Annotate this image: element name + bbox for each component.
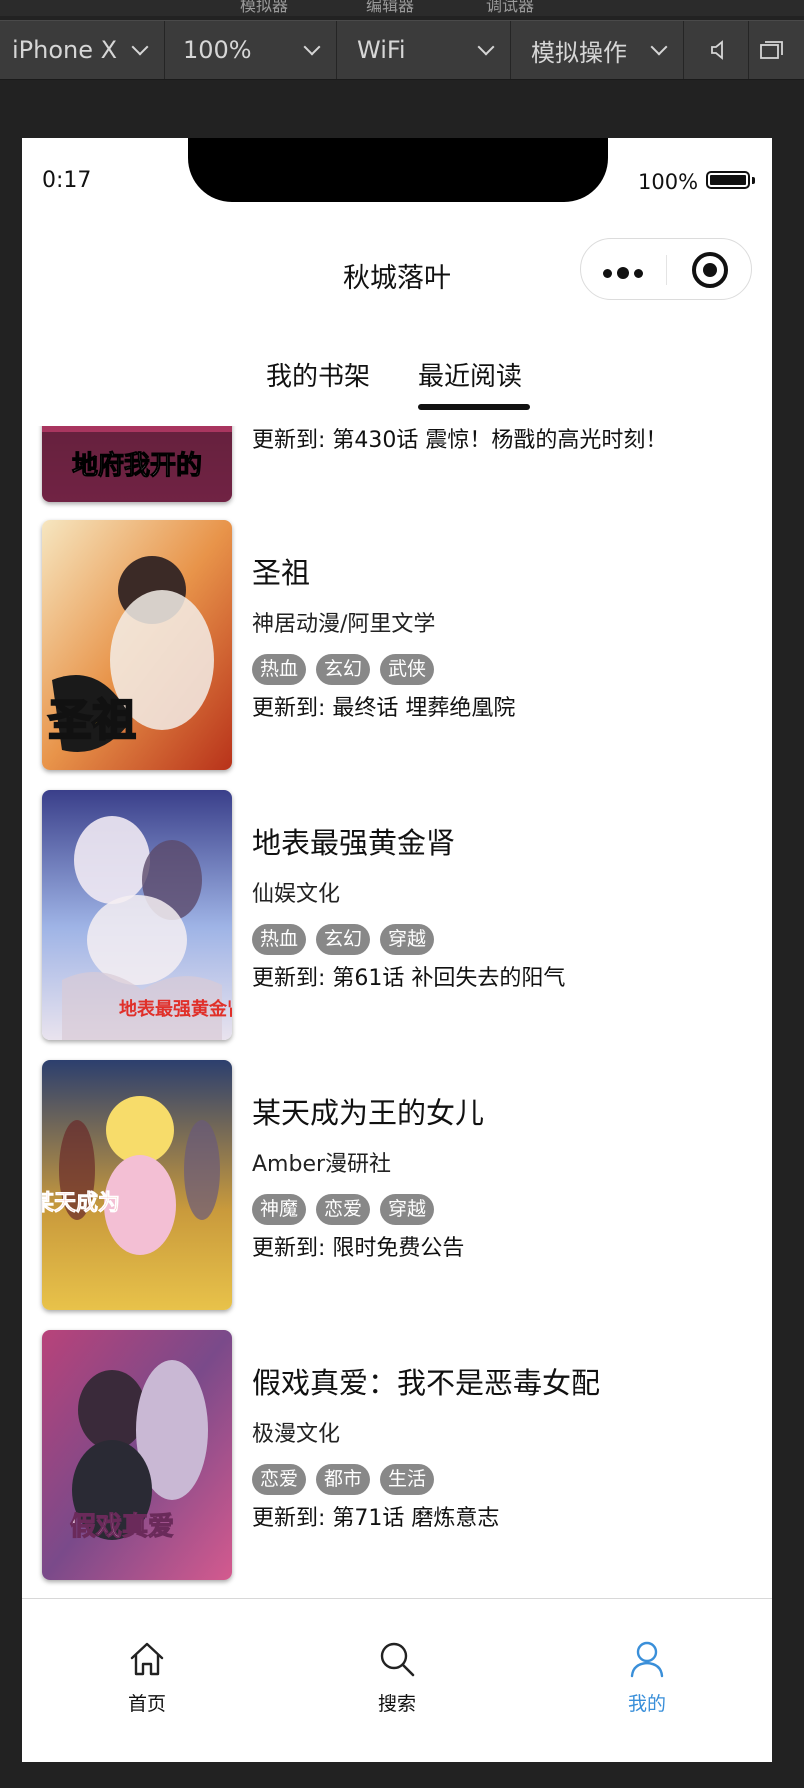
chevron-down-icon (303, 38, 321, 56)
comic-title[interactable]: 某天成为王的女儿 (252, 1090, 484, 1132)
operation-select[interactable]: 模拟操作 (511, 21, 684, 79)
capsule-divider (666, 255, 667, 285)
list-item[interactable]: 地府我开的 更新到: 第430话 震惊！杨戬的高光时刻！ (22, 426, 772, 504)
simulator-toolbar: iPhone X 100% WiFi 模拟操作 (0, 20, 804, 80)
tag-badge: 都市 (316, 1464, 371, 1495)
battery-icon (706, 171, 750, 189)
comic-update: 更新到: 限时免费公告 (252, 1236, 465, 1261)
bottom-tab-bar: 首页 搜索 我的 (22, 1598, 772, 1762)
tab-bar-top: 我的书架 最近阅读 (22, 356, 772, 412)
network-select-value: WiFi (357, 36, 406, 64)
comic-tags: 神魔 恋爱 穿越 (252, 1194, 435, 1225)
home-icon (130, 1642, 164, 1676)
tag-badge: 热血 (252, 924, 307, 955)
window-icon[interactable] (748, 21, 795, 79)
tabbar-label: 我的 (627, 1693, 666, 1715)
list-item[interactable]: 某天成为 某天成为王的女儿 Amber漫研社 神魔 恋爱 穿越 更新到: 限时免… (22, 1060, 772, 1312)
simulator-top-label[interactable]: 模拟器 (240, 0, 288, 16)
tag-badge: 武侠 (380, 654, 435, 685)
comic-update: 更新到: 第61话 补回失去的阳气 (252, 966, 566, 991)
comic-update: 更新到: 第430话 震惊！杨戬的高光时刻！ (252, 428, 668, 453)
cover-text: 假戏真爱 (70, 1512, 174, 1542)
comic-cover[interactable]: 圣祖 (42, 520, 232, 770)
status-time: 0:17 (42, 168, 92, 193)
tag-badge: 恋爱 (316, 1194, 371, 1225)
device-select-value: iPhone X (12, 36, 118, 64)
tag-badge: 恋爱 (252, 1464, 307, 1495)
comic-author: 极漫文化 (252, 1422, 341, 1447)
tabbar-item-home[interactable]: 首页 (87, 1639, 207, 1716)
cover-text: 地府我开的 (72, 450, 202, 481)
tag-badge: 穿越 (380, 1194, 435, 1225)
zoom-select[interactable]: 100% (165, 21, 337, 79)
chevron-down-icon (131, 38, 149, 56)
list-item[interactable]: 地表最强黄金肾 地表最强黄金肾 仙娱文化 热血 玄幻 穿越 更新到: 第61话 … (22, 790, 772, 1042)
phone-notch (188, 138, 608, 202)
tab-bookshelf[interactable]: 我的书架 (266, 356, 370, 393)
tag-badge: 玄幻 (316, 924, 371, 955)
comic-author: 神居动漫/阿里文学 (252, 612, 436, 637)
search-icon (380, 1642, 415, 1677)
user-icon (630, 1641, 664, 1678)
editor-top-label[interactable]: 编辑器 (366, 0, 414, 16)
comic-title[interactable]: 假戏真爱：我不是恶毒女配 (252, 1360, 600, 1402)
phone-screen: 0:17 100% 秋城落叶 我的书架 最近阅读 地府我开的 更新到: 第430… (22, 138, 772, 1762)
comic-author: 仙娱文化 (252, 882, 341, 907)
speaker-icon[interactable] (698, 21, 738, 79)
comic-list[interactable]: 地府我开的 更新到: 第430话 震惊！杨戬的高光时刻！ 圣祖 圣祖 神居动漫/… (22, 426, 772, 1596)
comic-tags: 热血 玄幻 武侠 (252, 654, 435, 685)
device-select[interactable]: iPhone X (0, 21, 165, 79)
comic-author: Amber漫研社 (252, 1152, 392, 1177)
cover-text: 某天成为 (42, 1190, 120, 1216)
chevron-down-icon (477, 38, 495, 56)
tag-badge: 生活 (380, 1464, 435, 1495)
comic-tags: 恋爱 都市 生活 (252, 1464, 435, 1495)
more-dots-icon[interactable] (603, 267, 643, 279)
tag-badge: 神魔 (252, 1194, 307, 1225)
cover-text: 圣祖 (48, 695, 136, 746)
active-tab-indicator (418, 404, 530, 410)
comic-title[interactable]: 地表最强黄金肾 (252, 820, 455, 862)
tag-badge: 穿越 (380, 924, 435, 955)
tabbar-label: 搜索 (377, 1693, 416, 1715)
comic-title[interactable]: 圣祖 (252, 550, 310, 592)
zoom-select-value: 100% (183, 36, 252, 64)
comic-cover[interactable]: 地表最强黄金肾 (42, 790, 232, 1040)
comic-update: 更新到: 最终话 埋葬绝凰院 (252, 696, 516, 721)
comic-update: 更新到: 第71话 磨炼意志 (252, 1506, 500, 1531)
tag-badge: 玄幻 (316, 654, 371, 685)
tabbar-item-search[interactable]: 搜索 (337, 1639, 457, 1716)
battery-cap (752, 177, 755, 184)
tag-badge: 热血 (252, 654, 307, 685)
miniprogram-capsule (580, 238, 752, 300)
comic-cover[interactable]: 某天成为 (42, 1060, 232, 1310)
chevron-down-icon (650, 38, 668, 56)
list-item[interactable]: 圣祖 圣祖 神居动漫/阿里文学 热血 玄幻 武侠 更新到: 最终话 埋葬绝凰院 (22, 520, 772, 772)
battery-percent: 100% (638, 170, 699, 194)
list-item[interactable]: 假戏真爱 假戏真爱：我不是恶毒女配 极漫文化 恋爱 都市 生活 更新到: 第71… (22, 1330, 772, 1582)
operation-select-value: 模拟操作 (531, 38, 627, 67)
tabbar-label: 首页 (127, 1693, 166, 1715)
cover-text: 地表最强黄金肾 (119, 998, 232, 1020)
comic-tags: 热血 玄幻 穿越 (252, 924, 435, 955)
tab-recent-reading[interactable]: 最近阅读 (418, 356, 522, 393)
target-circle-icon[interactable] (692, 252, 728, 288)
comic-cover[interactable]: 假戏真爱 (42, 1330, 232, 1580)
tabbar-item-mine[interactable]: 我的 (587, 1639, 707, 1716)
network-select[interactable]: WiFi (337, 21, 511, 79)
simulator-top-strip: 模拟器 编辑器 调试器 (0, 0, 804, 16)
comic-cover[interactable]: 地府我开的 (42, 426, 232, 502)
debugger-top-label[interactable]: 调试器 (486, 0, 534, 16)
